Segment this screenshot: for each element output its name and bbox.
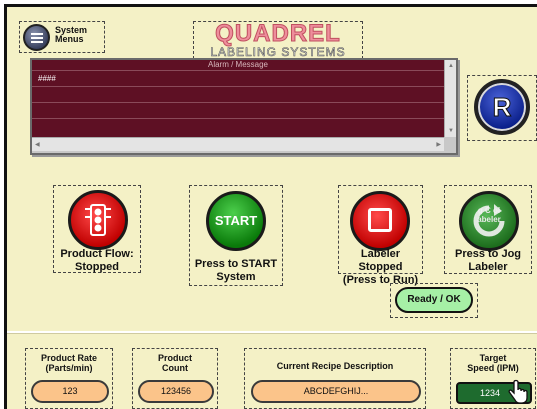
list-menu-icon	[31, 33, 43, 43]
product-count-value: 123456	[138, 380, 214, 403]
target-speed-label-line1: Target	[479, 353, 507, 363]
logo-title: QUADREL	[215, 20, 341, 47]
traffic-light-icon	[85, 204, 111, 236]
recipe-description-value: ABCDEFGHIJ...	[251, 380, 421, 403]
jog-labeler-button[interactable]: g C ol abeler	[459, 191, 519, 251]
alarm-row[interactable]	[32, 86, 444, 102]
scroll-left-icon[interactable]: ◀	[35, 142, 40, 148]
alarm-row[interactable]: ####	[32, 70, 444, 86]
labeler-run-control: Labeler Stopped (Press to Run)	[338, 185, 423, 286]
reset-button[interactable]: R	[474, 79, 530, 135]
product-count-label-line1: Product	[157, 353, 192, 363]
product-flow-button[interactable]	[68, 190, 128, 250]
labeler-label-line1: Labeler Stopped	[358, 248, 403, 273]
alarm-list[interactable]: Alarm / Message ####	[32, 60, 444, 137]
start-button-text: START	[214, 213, 258, 228]
product-count-label: Product Count	[133, 353, 217, 373]
reset-area: R	[467, 75, 537, 141]
product-flow-label-line1: Product Flow:	[60, 248, 134, 260]
stop-square-icon	[368, 208, 392, 232]
status-badge: Ready / OK	[395, 287, 473, 313]
section-divider	[7, 331, 537, 333]
labeler-run-button[interactable]	[350, 191, 410, 251]
labeler-status-label: Labeler Stopped (Press to Run)	[339, 248, 422, 287]
alarm-message-panel: Alarm / Message #### ▲ ▼ ◀ ▶	[30, 58, 458, 155]
jog-label-line2: Labeler	[468, 261, 508, 273]
product-rate-value: 123	[31, 380, 109, 403]
target-speed-field: Target Speed (IPM) 1234	[450, 348, 536, 409]
alarm-horizontal-scrollbar[interactable]: ◀ ▶	[32, 137, 444, 151]
target-speed-label-line2: Speed (IPM)	[467, 363, 519, 373]
menu-label-line2: Menus	[55, 34, 84, 44]
scroll-up-icon[interactable]: ▲	[448, 63, 454, 69]
alarm-vertical-scrollbar[interactable]: ▲ ▼	[444, 60, 456, 137]
product-flow-label: Product Flow: Stopped	[54, 248, 140, 274]
product-flow-label-line2: Stopped	[75, 261, 119, 273]
system-menus-area[interactable]: System Menus	[19, 21, 105, 53]
alarm-row[interactable]	[32, 102, 444, 118]
recipe-description-label: Current Recipe Description	[276, 361, 394, 371]
product-flow-control: Product Flow: Stopped	[53, 185, 141, 273]
company-logo: QUADREL LABELING SYSTEMS	[193, 21, 363, 59]
product-rate-label-line1: Product Rate	[40, 353, 97, 363]
alarm-header: Alarm / Message	[207, 60, 269, 69]
jog-labeler-control: g C ol abeler Press to Jog Labeler	[444, 185, 532, 274]
recipe-description-field: Current Recipe Description ABCDEFGHIJ...	[244, 348, 426, 409]
product-rate-field: Product Rate (Parts/min) 123	[25, 348, 113, 409]
start-button[interactable]: START	[206, 191, 266, 251]
reset-label: R	[492, 92, 512, 123]
hand-pointer-icon[interactable]	[507, 379, 529, 405]
alarm-row[interactable]	[32, 118, 444, 134]
system-menus-button[interactable]	[23, 24, 50, 51]
target-speed-label: Target Speed (IPM)	[451, 353, 535, 373]
scroll-down-icon[interactable]: ▼	[448, 128, 454, 134]
start-control: START Press to START System	[189, 185, 283, 286]
jog-label-line1: Press to Jog	[454, 248, 522, 260]
product-count-label-line2: Count	[162, 363, 188, 373]
hmi-screen: System Menus QUADREL LABELING SYSTEMS Al…	[4, 4, 537, 409]
circular-arrow-icon	[473, 204, 505, 237]
product-count-field: Product Count 123456	[132, 348, 218, 409]
start-label-line2: System	[216, 271, 256, 283]
status-area: Ready / OK	[390, 283, 478, 318]
start-label: Press to START System	[190, 258, 282, 284]
system-menus-label: System Menus	[55, 26, 87, 44]
start-label-line1: Press to START	[194, 258, 278, 270]
product-rate-label-line2: (Parts/min)	[45, 363, 93, 373]
jog-labeler-label: Press to Jog Labeler	[445, 248, 531, 274]
product-rate-label: Product Rate (Parts/min)	[26, 353, 112, 373]
scroll-right-icon[interactable]: ▶	[436, 142, 441, 148]
